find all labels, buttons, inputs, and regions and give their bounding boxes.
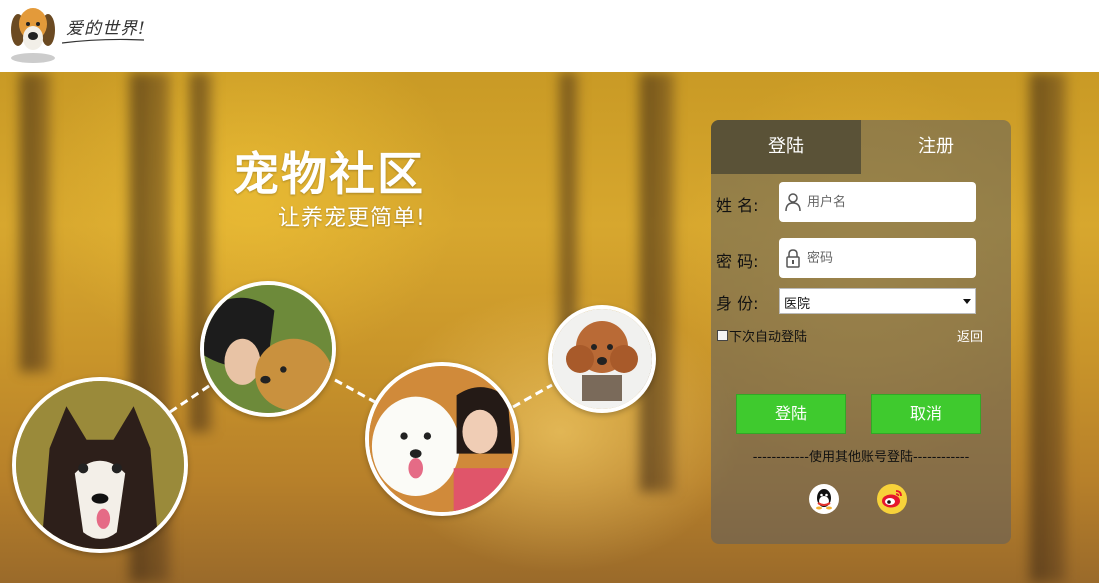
husky-photo (12, 377, 188, 553)
remember-checkbox[interactable] (717, 330, 728, 341)
back-link[interactable]: 返回 (957, 326, 983, 345)
login-button[interactable]: 登陆 (736, 394, 846, 434)
password-label: 密 码: (716, 252, 759, 271)
poodle-photo (548, 305, 656, 413)
password-input[interactable] (807, 238, 972, 278)
other-accounts-divider: ------------使用其他账号登陆------------ (752, 450, 970, 465)
man-with-golden-retriever-photo (200, 281, 336, 417)
username-field[interactable] (779, 182, 976, 222)
tab-register[interactable]: 注册 (861, 120, 1011, 174)
slogan-underline (62, 38, 144, 44)
header: 爱的世界! (0, 0, 1099, 72)
dog-logo-icon[interactable] (8, 2, 58, 64)
password-field[interactable] (779, 238, 976, 278)
qq-icon (816, 489, 832, 510)
tab-login[interactable]: 登陆 (711, 120, 861, 174)
qq-login-button[interactable] (809, 484, 839, 514)
user-icon (785, 193, 801, 212)
hero-banner: 宠物社区 让养宠更简单! 登陆 注册 姓 名: 用户名 密 码: 身 份: 医院… (0, 72, 1099, 583)
cancel-button[interactable]: 取消 (871, 394, 981, 434)
chevron-down-icon (963, 299, 971, 304)
lock-icon (786, 249, 800, 268)
weibo-icon (882, 490, 902, 508)
login-panel: 登陆 注册 姓 名: 密 码: 身 份: 医院 下次自动登 (711, 120, 1011, 544)
username-input[interactable] (807, 182, 972, 222)
remember-me[interactable]: 下次自动登陆 (717, 326, 807, 345)
slogan-text: 爱的世界! (66, 19, 146, 39)
woman-with-samoyed-photo (365, 362, 519, 516)
remember-label: 下次自动登陆 (729, 330, 808, 345)
username-label: 姓 名: (716, 196, 759, 215)
role-select-value: 医院 (784, 297, 811, 312)
role-label: 身 份: (716, 294, 759, 313)
weibo-login-button[interactable] (877, 484, 907, 514)
role-select[interactable]: 医院 (779, 288, 976, 314)
